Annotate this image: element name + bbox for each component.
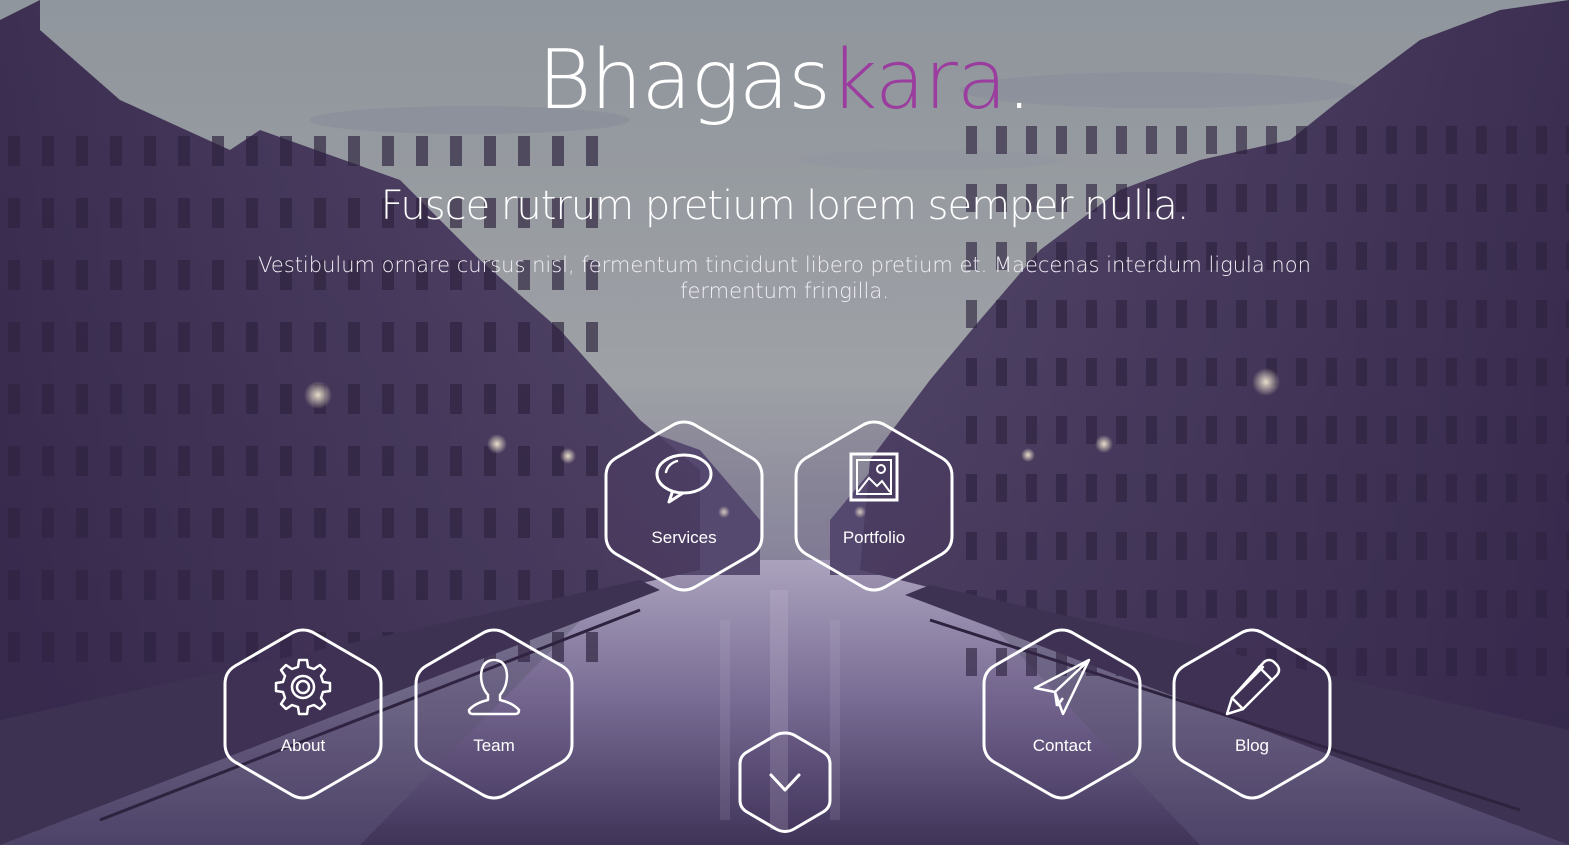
scroll-down-button[interactable]: [737, 730, 833, 834]
nav-hex-team[interactable]: Team: [412, 626, 576, 802]
hero-headline: Fusce rutrum pretium lorem semper nulla.: [380, 183, 1190, 229]
nav-label-blog: Blog: [1234, 736, 1270, 755]
nav-hex-blog[interactable]: Blog: [1170, 626, 1334, 802]
site-logo[interactable]: Bhagaskara.: [0, 26, 1569, 136]
speech-bubble-icon: [651, 446, 717, 512]
nav-label-team: Team: [473, 736, 515, 755]
nav-label-contact: Contact: [1032, 736, 1092, 755]
image-icon: [841, 446, 907, 512]
nav-hex-about[interactable]: About: [221, 626, 385, 802]
nav-label-about: About: [280, 736, 326, 755]
chevron-down-icon: [738, 731, 832, 833]
gear-icon: [270, 654, 336, 720]
logo-text-accent: kara: [829, 33, 1007, 128]
nav-hex-portfolio[interactable]: Portfolio: [792, 418, 956, 594]
nav-hex-services[interactable]: Services: [602, 418, 766, 594]
nav-hex-contact[interactable]: Contact: [980, 626, 1144, 802]
paper-plane-icon: [1029, 654, 1095, 720]
hero-subline: Vestibulum ornare cursus nisl, fermentum…: [258, 253, 1311, 303]
logo-dot: .: [1006, 33, 1032, 128]
pencil-icon: [1219, 654, 1285, 720]
user-icon: [461, 654, 527, 720]
logo-text-primary: Bhagas: [537, 33, 831, 128]
nav-label-services: Services: [651, 528, 717, 547]
nav-label-portfolio: Portfolio: [842, 528, 906, 547]
